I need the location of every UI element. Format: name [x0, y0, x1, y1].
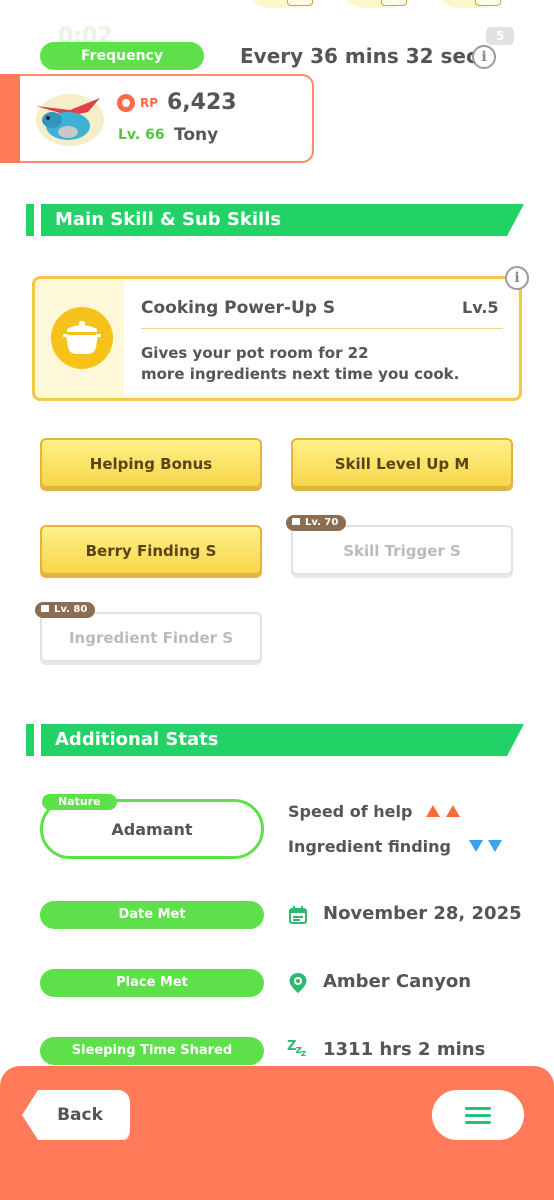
frequency-value: Every 36 mins 32 secs — [240, 44, 490, 68]
nature-effect-label: Speed of help — [288, 802, 413, 821]
main-skill-level: Lv.5 — [462, 298, 499, 317]
date-met-value: November 28, 2025 — [323, 903, 522, 924]
stat-up-icon — [446, 805, 460, 817]
cooking-pot-icon — [51, 307, 113, 369]
pokemon-card-accent — [0, 74, 20, 163]
lock-icon — [292, 518, 300, 525]
sleeping-time-label: Sleeping Time Shared — [40, 1037, 264, 1065]
section-banner-tab — [26, 204, 34, 236]
top-multiplier-tag: x4 — [475, 0, 501, 6]
sub-skill-helping-bonus[interactable]: Helping Bonus — [40, 438, 262, 488]
lock-icon — [41, 605, 49, 612]
section-banner-tab — [26, 724, 34, 756]
place-met-value: Amber Canyon — [323, 971, 472, 992]
sub-skill-skill-level-up-m[interactable]: Skill Level Up M — [291, 438, 513, 488]
location-pin-icon — [289, 973, 307, 993]
description-line: more ingredients next time you cook. — [141, 365, 460, 383]
date-met-label: Date Met — [40, 901, 264, 929]
nature-value: Adamant — [111, 820, 193, 839]
back-button[interactable]: Back — [22, 1090, 130, 1140]
rp-icon — [117, 94, 135, 112]
main-skill-description: Gives your pot room for 22 more ingredie… — [141, 343, 511, 385]
count-badge: 5 — [486, 27, 514, 45]
sub-skill-skill-trigger-s[interactable]: Skill Trigger S — [291, 525, 513, 575]
section-title-skills: Main Skill & Sub Skills — [41, 204, 524, 236]
stat-down-icon — [488, 840, 502, 852]
sub-skill-berry-finding-s[interactable]: Berry Finding S — [40, 525, 262, 575]
description-line: Gives your pot room for 22 — [141, 344, 369, 362]
info-icon[interactable]: i — [472, 45, 496, 69]
nature-label: Nature — [42, 794, 117, 810]
pokemon-name: Tony — [174, 125, 219, 145]
pokemon-level: Lv. 66 — [118, 127, 165, 143]
unlock-level: Lv. 70 — [305, 517, 339, 528]
unlock-level-tag: Lv. 80 — [35, 602, 96, 618]
unlock-level-tag: Lv. 70 — [286, 515, 347, 531]
unlock-level: Lv. 80 — [54, 604, 88, 615]
top-multiplier-tag: x2 — [381, 0, 407, 6]
nature-effect-label: Ingredient finding — [288, 837, 451, 856]
section-title-stats: Additional Stats — [41, 724, 524, 756]
skill-info-icon[interactable]: i — [505, 266, 529, 290]
rp-label: RP — [140, 96, 159, 110]
sub-skill-ingredient-finder-s[interactable]: Ingredient Finder S — [40, 612, 262, 662]
main-skill-name: Cooking Power-Up S — [141, 298, 336, 318]
place-met-label: Place Met — [40, 969, 264, 997]
top-multiplier-tag: x1 — [287, 0, 313, 6]
stat-up-icon — [426, 805, 440, 817]
rp-value: 6,423 — [167, 90, 237, 115]
calendar-icon — [289, 906, 307, 924]
hamburger-menu-icon[interactable] — [432, 1090, 524, 1140]
divider — [141, 328, 503, 329]
sleep-zzz-icon: Zzz — [287, 1039, 306, 1059]
stat-down-icon — [469, 840, 483, 852]
sleeping-time-value: 1311 hrs 2 mins — [323, 1039, 486, 1060]
frequency-label: Frequency — [40, 42, 204, 70]
pokemon-sprite-icon — [36, 94, 104, 146]
